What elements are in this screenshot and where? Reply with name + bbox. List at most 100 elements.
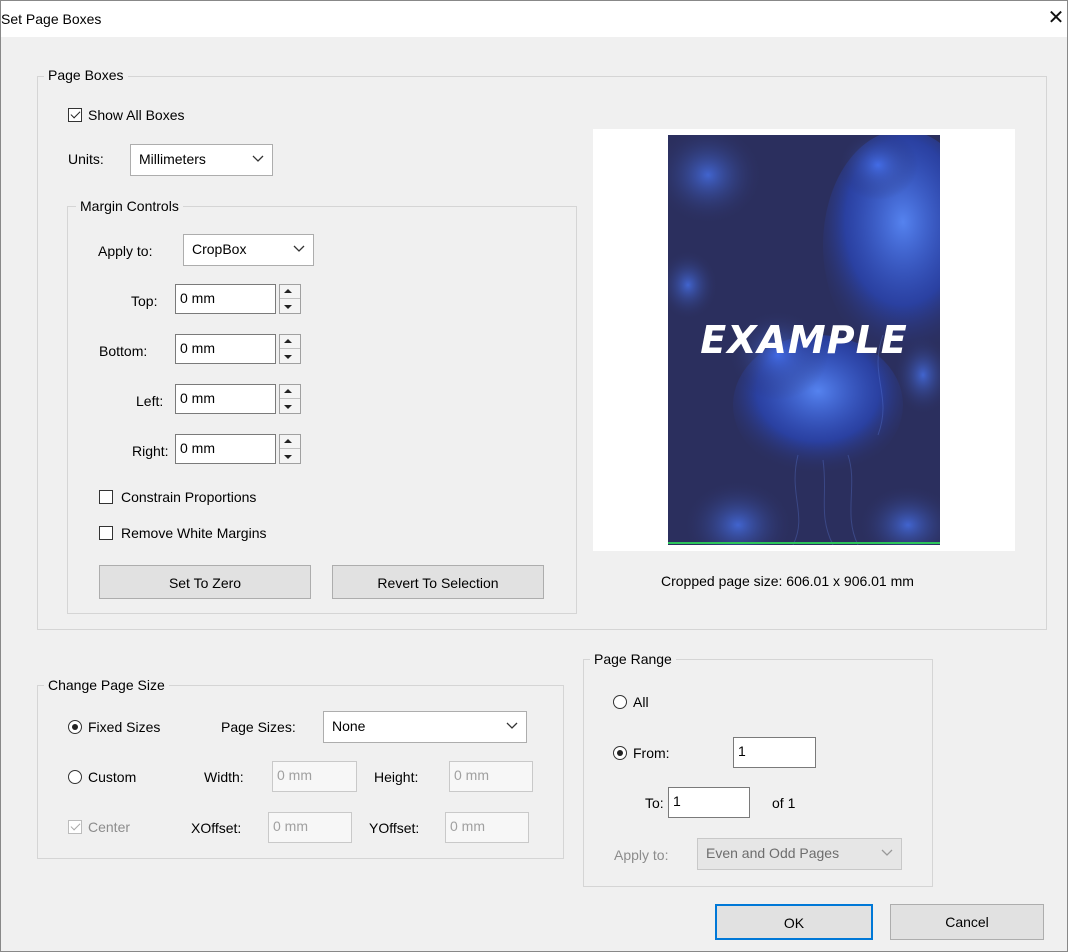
bottom-margin-stepper[interactable] xyxy=(279,334,301,364)
decrement-button[interactable] xyxy=(280,299,300,313)
cancel-button[interactable]: Cancel xyxy=(890,904,1044,940)
fixed-sizes-radio[interactable]: Fixed Sizes xyxy=(68,718,198,736)
radio-icon[interactable] xyxy=(68,770,82,784)
to-page-value: 1 xyxy=(673,793,681,809)
page-boxes-legend: Page Boxes xyxy=(44,67,128,83)
page-sizes-select[interactable]: None xyxy=(323,711,527,743)
left-margin-input[interactable]: 0 mm xyxy=(175,384,276,414)
height-input[interactable]: 0 mm xyxy=(449,761,533,792)
xoffset-label: XOffset: xyxy=(191,820,242,836)
show-all-boxes-checkbox[interactable]: Show All Boxes xyxy=(68,106,218,124)
yoffset-input[interactable]: 0 mm xyxy=(445,812,529,843)
margin-controls-legend: Margin Controls xyxy=(76,198,183,214)
from-radio[interactable]: From: xyxy=(613,744,703,762)
increment-button[interactable] xyxy=(280,385,300,399)
increment-button[interactable] xyxy=(280,435,300,449)
to-page-input[interactable]: 1 xyxy=(668,787,750,818)
right-margin-stepper[interactable] xyxy=(279,434,301,464)
dialog-title: Set Page Boxes xyxy=(1,11,102,27)
right-margin-input[interactable]: 0 mm xyxy=(175,434,276,464)
page-thumbnail: EXAMPLE xyxy=(668,135,940,545)
width-label: Width: xyxy=(204,769,244,785)
decrement-button[interactable] xyxy=(280,349,300,363)
width-input[interactable]: 0 mm xyxy=(272,761,357,792)
top-label: Top: xyxy=(131,293,158,309)
page-range-legend: Page Range xyxy=(590,651,676,667)
even-odd-pages-select[interactable]: Even and Odd Pages xyxy=(697,838,902,870)
arrow-down-icon xyxy=(284,355,292,359)
checkbox-icon[interactable] xyxy=(99,526,113,540)
all-pages-label: All xyxy=(633,694,649,710)
arrow-down-icon xyxy=(284,455,292,459)
left-margin-value: 0 mm xyxy=(180,390,215,406)
increment-button[interactable] xyxy=(280,285,300,299)
change-page-size-legend: Change Page Size xyxy=(44,677,169,693)
revert-to-selection-button[interactable]: Revert To Selection xyxy=(332,565,544,599)
apply-to-select[interactable]: CropBox xyxy=(183,234,314,266)
top-margin-input[interactable]: 0 mm xyxy=(175,284,276,314)
to-label: To: xyxy=(645,795,664,811)
preview-page-text: EXAMPLE xyxy=(700,318,908,362)
from-label: From: xyxy=(633,745,670,761)
arrow-up-icon xyxy=(284,339,292,343)
apply-to-value: CropBox xyxy=(192,241,247,257)
radio-icon[interactable] xyxy=(68,720,82,734)
left-margin-stepper[interactable] xyxy=(279,384,301,414)
margin-controls-group xyxy=(67,206,577,614)
bottom-margin-value: 0 mm xyxy=(180,340,215,356)
chevron-down-icon xyxy=(252,155,264,162)
all-pages-radio[interactable]: All xyxy=(613,693,673,711)
page-range-apply-to-label: Apply to: xyxy=(614,847,669,863)
chevron-down-icon xyxy=(506,722,518,729)
set-to-zero-button[interactable]: Set To Zero xyxy=(99,565,311,599)
cancel-label: Cancel xyxy=(945,914,989,930)
title-bar: Set Page Boxes ✕ xyxy=(1,1,1067,37)
units-value: Millimeters xyxy=(139,151,206,167)
revert-to-selection-label: Revert To Selection xyxy=(377,575,499,591)
chevron-down-icon xyxy=(293,245,305,252)
custom-label: Custom xyxy=(88,769,137,785)
height-label: Height: xyxy=(374,769,419,785)
yoffset-value: 0 mm xyxy=(450,818,485,834)
xoffset-input[interactable]: 0 mm xyxy=(268,812,352,843)
top-margin-stepper[interactable] xyxy=(279,284,301,314)
yoffset-label: YOffset: xyxy=(369,820,420,836)
decrement-button[interactable] xyxy=(280,399,300,413)
page-preview: EXAMPLE xyxy=(593,129,1015,551)
page-sizes-value: None xyxy=(332,718,366,734)
center-label: Center xyxy=(88,819,131,835)
radio-icon[interactable] xyxy=(613,695,627,709)
show-all-boxes-label: Show All Boxes xyxy=(88,107,185,123)
custom-radio[interactable]: Custom xyxy=(68,768,178,786)
from-page-input[interactable]: 1 xyxy=(733,737,816,768)
constrain-proportions-label: Constrain Proportions xyxy=(121,489,257,505)
decrement-button[interactable] xyxy=(280,449,300,463)
checkbox-icon[interactable] xyxy=(68,820,82,834)
units-label: Units: xyxy=(68,151,104,167)
bottom-label: Bottom: xyxy=(99,343,148,359)
right-margin-value: 0 mm xyxy=(180,440,215,456)
arrow-up-icon xyxy=(284,289,292,293)
chevron-down-icon xyxy=(881,849,893,856)
arrow-down-icon xyxy=(284,305,292,309)
top-margin-value: 0 mm xyxy=(180,290,215,306)
remove-white-margins-checkbox[interactable]: Remove White Margins xyxy=(99,524,319,542)
bottom-margin-input[interactable]: 0 mm xyxy=(175,334,276,364)
arrow-up-icon xyxy=(284,389,292,393)
constrain-proportions-checkbox[interactable]: Constrain Proportions xyxy=(99,488,299,506)
close-icon[interactable]: ✕ xyxy=(1045,7,1067,29)
left-label: Left: xyxy=(136,393,164,409)
increment-button[interactable] xyxy=(280,335,300,349)
ok-button[interactable]: OK xyxy=(715,904,873,940)
page-sizes-label: Page Sizes: xyxy=(221,719,296,735)
right-label: Right: xyxy=(132,443,169,459)
xoffset-value: 0 mm xyxy=(273,818,308,834)
radio-icon[interactable] xyxy=(613,746,627,760)
center-checkbox[interactable]: Center xyxy=(68,818,168,836)
checkbox-icon[interactable] xyxy=(68,108,82,122)
checkbox-icon[interactable] xyxy=(99,490,113,504)
set-to-zero-label: Set To Zero xyxy=(168,575,242,591)
ok-label: OK xyxy=(783,915,805,931)
units-select[interactable]: Millimeters xyxy=(130,144,273,176)
page-count-label: of 1 xyxy=(772,795,796,811)
